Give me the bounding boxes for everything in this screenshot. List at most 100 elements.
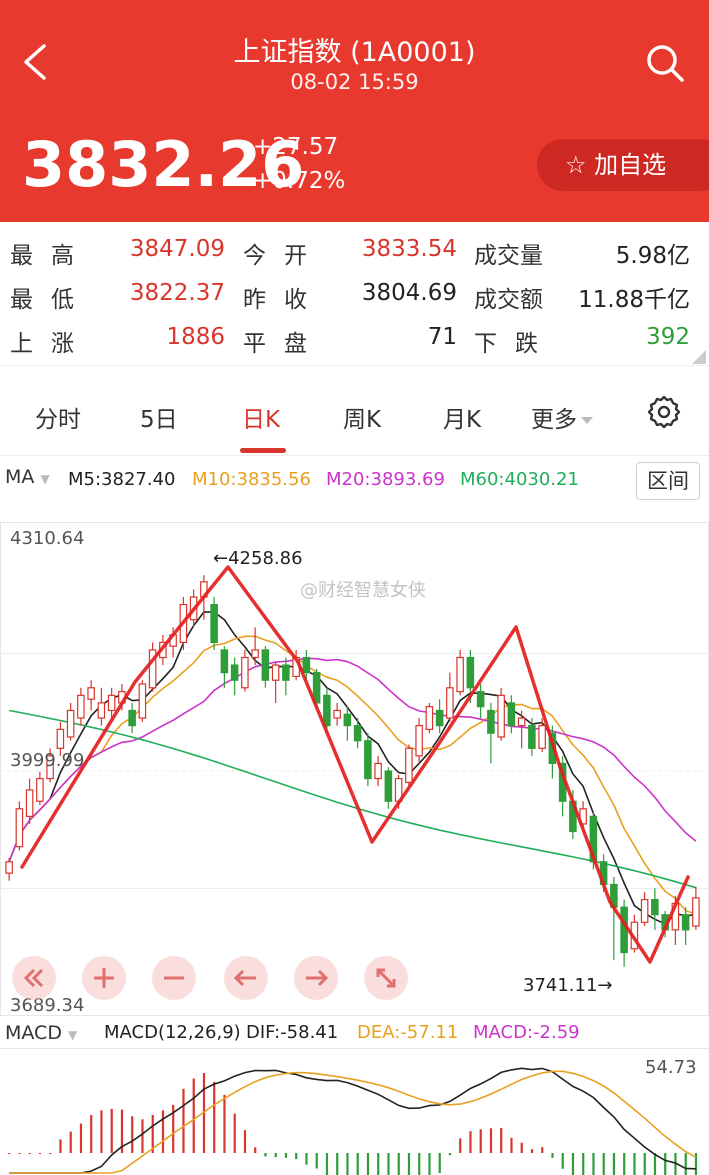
candle [353, 718, 362, 749]
chevron-down-icon: ▼ [40, 472, 50, 486]
candle [66, 702, 75, 741]
tab-daily-k[interactable]: 日K [242, 400, 280, 434]
tab-more-label: 更多 [531, 407, 577, 433]
candle-body [640, 898, 649, 923]
macd-histogram-bar [397, 1153, 400, 1175]
up-count-value: 1886 [166, 324, 225, 350]
macd-histogram-bar [315, 1153, 318, 1169]
zoom-out-icon[interactable] [152, 956, 196, 1000]
tab-weekly-k[interactable]: 周K [343, 400, 381, 434]
candle-body [446, 687, 454, 719]
y-axis-min: 3689.34 [10, 995, 85, 1016]
macd-axis-max: 54.73 [645, 1057, 697, 1078]
candle [128, 702, 136, 734]
macd-histogram-bar [8, 1153, 11, 1154]
macd-histogram-bar [643, 1153, 646, 1175]
candle [384, 767, 393, 809]
candle-body [466, 656, 475, 689]
macd-histogram-bar [377, 1153, 380, 1175]
gear-icon[interactable] [646, 394, 682, 430]
candle-body [405, 747, 413, 783]
macd-histogram-bar [49, 1153, 52, 1154]
down-count-value: 392 [646, 324, 690, 350]
price-change-percent: +0.72% [253, 168, 346, 194]
arrow-right-icon[interactable] [294, 956, 338, 1000]
tab-more[interactable]: 更多 [531, 400, 593, 434]
quote-timestamp: 08-02 15:59 [290, 70, 419, 94]
macd-histogram-bar [428, 1153, 431, 1175]
macd-histogram-bar [520, 1142, 523, 1153]
ma-selector[interactable]: MA ▼ [5, 466, 50, 488]
macd-histogram-bar [438, 1153, 441, 1174]
macd-histogram-bar [274, 1153, 277, 1158]
candle-body [128, 709, 136, 727]
search-icon[interactable] [644, 42, 686, 84]
tab-5day[interactable]: 5日 [140, 400, 178, 434]
macd-histogram-bar [233, 1113, 236, 1153]
candle-body [517, 717, 526, 727]
candle [620, 899, 628, 967]
macd-histogram-bar [264, 1153, 267, 1157]
rewind-icon[interactable] [12, 956, 56, 1000]
macd-histogram-bar [131, 1116, 134, 1153]
prevclose-value: 3804.69 [361, 280, 457, 306]
open-value: 3833.54 [361, 236, 457, 262]
macd-dea: DEA:-57.11 [357, 1022, 459, 1043]
macd-histogram [8, 1073, 698, 1175]
macd-histogram-bar [110, 1108, 113, 1153]
macd-histogram-bar [407, 1153, 411, 1175]
macd-histogram-bar [346, 1153, 349, 1175]
candle [487, 702, 495, 764]
candle-body [476, 690, 485, 708]
range-button[interactable]: 区间 [636, 462, 700, 500]
macd-selector[interactable]: MACD ▼ [5, 1022, 77, 1044]
candle-body [364, 740, 372, 780]
low-label: 最低 [10, 287, 92, 313]
candle [343, 706, 352, 741]
candle [681, 907, 690, 945]
candle-body [302, 656, 311, 674]
macd-chart[interactable] [0, 1048, 709, 1175]
candle-body [353, 725, 362, 742]
macd-histogram-bar [530, 1149, 534, 1153]
zoom-in-icon[interactable] [82, 956, 126, 1000]
macd-histogram-bar [182, 1088, 185, 1153]
chevron-down-icon [581, 417, 593, 424]
candle [374, 755, 382, 787]
low-annotation: 3741.11→ [523, 975, 613, 996]
candle [507, 695, 516, 734]
candle [435, 699, 444, 734]
macd-histogram-bar [489, 1128, 493, 1153]
candle [97, 687, 106, 726]
tab-monthly-k[interactable]: 月K [443, 400, 481, 434]
candle-body [528, 725, 536, 749]
candle-body [220, 649, 229, 674]
candle [261, 646, 270, 688]
macd-histogram-bar [305, 1153, 308, 1165]
arrow-left-icon[interactable] [224, 956, 268, 1000]
candle [651, 888, 659, 930]
candle [692, 886, 700, 930]
expand-corner-icon[interactable] [692, 350, 706, 364]
candle-body [15, 808, 24, 848]
ma10-value: M10:3835.56 [192, 469, 311, 490]
fullscreen-icon[interactable] [364, 956, 408, 1000]
macd-histogram-bar [366, 1153, 370, 1175]
turnover-label: 成交额 [474, 287, 543, 313]
tab-intraday[interactable]: 分时 [35, 400, 81, 434]
candle-body [25, 789, 34, 817]
macd-histogram-bar [653, 1153, 657, 1175]
candle-body [107, 694, 116, 712]
flat-count-value: 71 [427, 324, 457, 350]
down-count-label: 下跌 [474, 331, 556, 357]
add-to-watchlist-button[interactable]: ☆ 加自选 [537, 139, 709, 191]
candle [517, 710, 526, 749]
ma5-value: M5:3827.40 [68, 469, 176, 490]
candle-body [282, 664, 290, 681]
peak-annotation: ←4258.86 [213, 548, 303, 569]
macd-histogram-bar [28, 1153, 31, 1154]
macd-histogram-bar [161, 1110, 165, 1153]
macd-histogram-bar [664, 1153, 667, 1175]
candle [271, 661, 280, 703]
macd-histogram-bar [243, 1130, 247, 1153]
